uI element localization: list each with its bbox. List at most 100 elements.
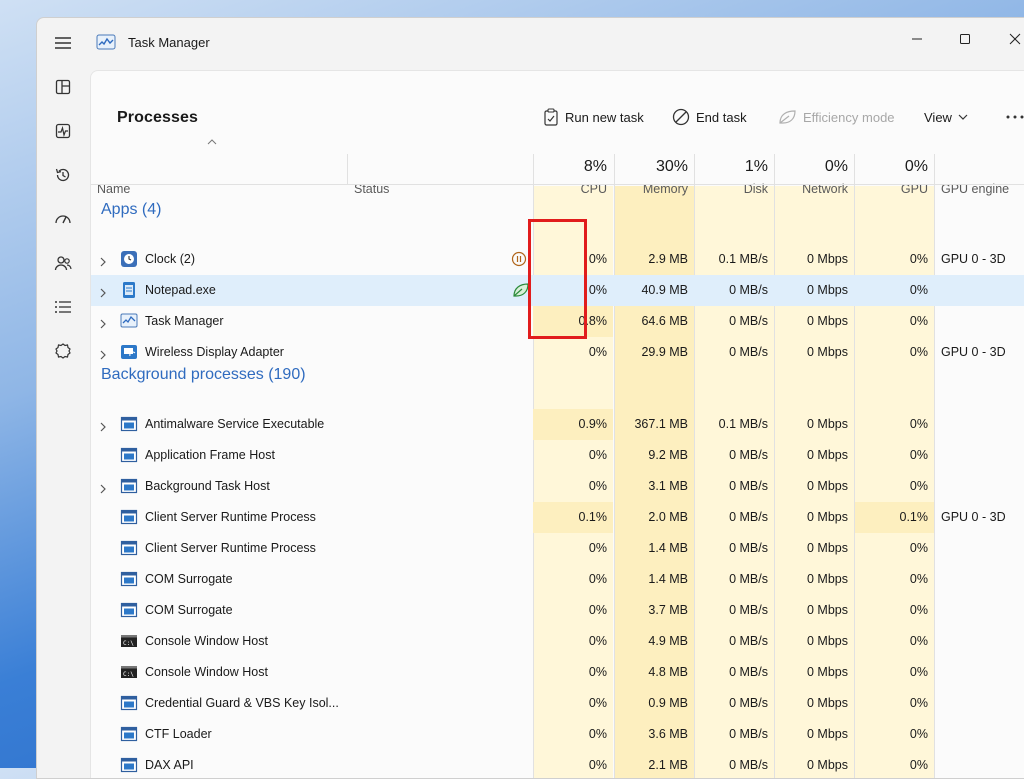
cpu-value: 0% [588, 696, 607, 710]
expand-chevron-icon[interactable] [99, 285, 107, 303]
process-name: Console Window Host [145, 665, 268, 679]
nav-processes[interactable] [49, 73, 77, 101]
svg-text:C:\: C:\ [123, 640, 134, 647]
gpu-value: 0.1% [899, 510, 929, 524]
minimize-button[interactable] [894, 24, 940, 54]
column-separator[interactable] [347, 154, 348, 185]
process-row[interactable]: Credential Guard & VBS Key Isol... 0% 0.9 … [91, 688, 1024, 719]
processes-icon [55, 79, 71, 95]
expand-chevron-icon[interactable] [99, 254, 107, 272]
process-row[interactable]: COM Surrogate 0% 3.7 MB 0 MB/s 0 Mbps 0% [91, 595, 1024, 626]
app-window-icon [120, 478, 138, 494]
maximize-icon [960, 34, 970, 44]
disk-value: 0.1 MB/s [718, 252, 768, 266]
process-name: Notepad.exe [145, 283, 216, 297]
process-row[interactable]: Client Server Runtime Process 0% 1.4 MB 0 M… [91, 533, 1024, 564]
network-value: 0 Mbps [807, 696, 848, 710]
window-title: Task Manager [128, 35, 210, 50]
disk-value: 0 MB/s [729, 314, 768, 328]
process-row[interactable]: Application Frame Host 0% 9.2 MB 0 MB/s 0 Mb… [91, 440, 1024, 471]
end-task-button[interactable]: End task [672, 105, 747, 129]
process-row[interactable]: Client Server Runtime Process 0.1% 2.0 MB 0… [91, 502, 1024, 533]
task-manager-window: Task Manager Processes Run new task End … [36, 17, 1024, 779]
nav-app-history[interactable] [49, 161, 77, 189]
hamburger-menu-button[interactable] [49, 29, 77, 57]
app-history-icon [55, 168, 70, 182]
maximize-button[interactable] [942, 24, 988, 54]
network-value: 0 Mbps [807, 479, 848, 493]
memory-value: 3.6 MB [648, 727, 688, 741]
efficiency-mode-button[interactable]: Efficiency mode [777, 105, 895, 129]
expand-chevron-icon[interactable] [99, 347, 107, 365]
process-name: Credential Guard & VBS Key Isol... [145, 696, 339, 710]
users-icon [54, 256, 72, 271]
cpu-value: 0% [588, 479, 607, 493]
process-name: Clock (2) [145, 252, 196, 266]
memory-total-percent: 30% [655, 158, 688, 175]
process-name: Application Frame Host [145, 448, 275, 462]
process-row[interactable]: Antimalware Service Executable 0.9% 367.1 … [91, 409, 1024, 440]
expand-chevron-icon[interactable] [99, 419, 107, 437]
efficiency-mode-label: Efficiency mode [803, 109, 895, 125]
process-row[interactable]: C:\ Console Window Host 0% 4.8 MB 0 MB/s 0 Mb… [91, 657, 1024, 688]
disk-value: 0 MB/s [729, 603, 768, 617]
network-value: 0 Mbps [807, 252, 848, 266]
close-button[interactable] [992, 24, 1024, 54]
cpu-value: 0% [588, 572, 607, 586]
cpu-value: 0% [588, 665, 607, 679]
sort-ascending-icon [207, 139, 217, 145]
details-icon [55, 301, 71, 313]
group-header-background[interactable]: Background processes (190) [101, 366, 306, 384]
cpu-value: 0.9% [578, 417, 608, 431]
memory-value: 3.7 MB [648, 603, 688, 617]
disk-total-percent: 1% [744, 158, 768, 175]
cpu-value: 0% [588, 603, 607, 617]
gpu-engine-value: GPU 0 - 3D [941, 345, 1006, 359]
process-name: Wireless Display Adapter [145, 345, 284, 359]
app-window-icon [120, 757, 138, 773]
process-row[interactable]: DAX API 0% 2.1 MB 0 MB/s 0 Mbps 0% [91, 750, 1024, 778]
annotation-highlight-box [528, 219, 587, 339]
nav-startup-apps[interactable] [49, 205, 77, 233]
network-value: 0 Mbps [807, 727, 848, 741]
process-row[interactable]: CTF Loader 0% 3.6 MB 0 MB/s 0 Mbps 0% [91, 719, 1024, 750]
gpu-value: 0% [909, 314, 928, 328]
memory-value: 4.8 MB [648, 665, 688, 679]
nav-details[interactable] [49, 293, 77, 321]
process-row[interactable]: Background Task Host 0% 3.1 MB 0 MB/s 0 Mbps… [91, 471, 1024, 502]
expand-chevron-icon[interactable] [99, 481, 107, 499]
process-name: DAX API [145, 758, 194, 772]
nav-performance[interactable] [49, 117, 77, 145]
view-dropdown[interactable]: View [924, 105, 968, 129]
gpu-value: 0% [909, 345, 928, 359]
suspended-icon [511, 251, 527, 272]
process-name: Client Server Runtime Process [145, 541, 316, 555]
memory-value: 2.1 MB [648, 758, 688, 772]
run-new-task-label: Run new task [565, 109, 644, 125]
gpu-total-percent: 0% [904, 158, 928, 175]
app-window-icon [120, 726, 138, 742]
memory-value: 3.1 MB [648, 479, 688, 493]
app-window-icon [120, 416, 138, 432]
process-row[interactable]: C:\ Console Window Host 0% 4.9 MB 0 MB/s 0 Mb… [91, 626, 1024, 657]
disk-value: 0 MB/s [729, 541, 768, 555]
gpu-value: 0% [909, 252, 928, 266]
run-new-task-button[interactable]: Run new task [543, 105, 644, 129]
network-value: 0 Mbps [807, 345, 848, 359]
services-icon [55, 343, 71, 359]
process-row[interactable]: Wireless Display Adapter 0% 29.9 MB 0 MB/s 0… [91, 337, 1024, 368]
expand-chevron-icon[interactable] [99, 316, 107, 334]
more-options-button[interactable] [1005, 105, 1024, 129]
process-row[interactable]: COM Surrogate 0% 1.4 MB 0 MB/s 0 Mbps 0% [91, 564, 1024, 595]
process-name: Antimalware Service Executable [145, 417, 325, 431]
nav-services[interactable] [49, 337, 77, 365]
group-header-apps[interactable]: Apps (4) [101, 201, 161, 219]
network-value: 0 Mbps [807, 541, 848, 555]
page-title: Processes [117, 109, 198, 126]
wireless-display-icon [120, 344, 138, 360]
minimize-icon [912, 38, 922, 40]
app-window-icon [120, 602, 138, 618]
nav-users[interactable] [49, 249, 77, 277]
console-icon: C:\ [120, 633, 138, 649]
run-new-task-icon [544, 108, 558, 126]
